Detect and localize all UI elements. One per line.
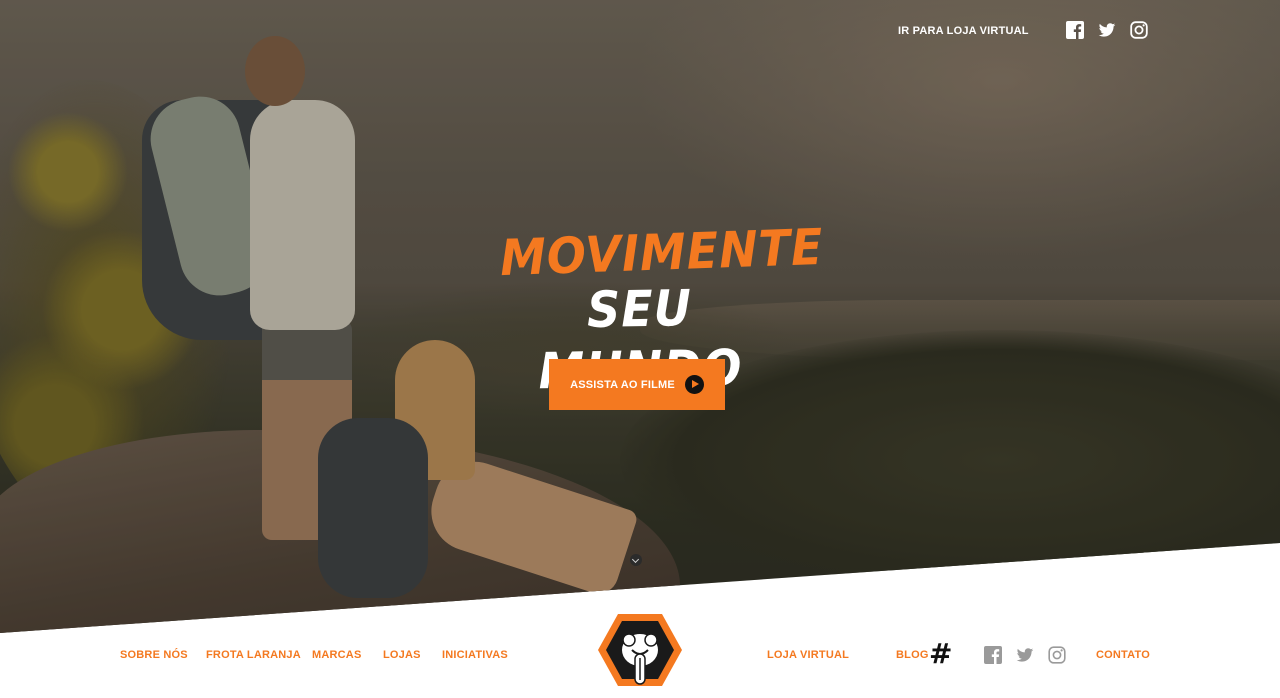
nav-item-marcas[interactable]: MARCAS (312, 648, 361, 662)
watch-film-button[interactable]: ASSISTA AO FILME (549, 359, 725, 410)
footer-facebook-icon[interactable] (984, 646, 1002, 664)
facebook-icon[interactable] (1066, 21, 1084, 39)
watch-film-label: ASSISTA AO FILME (570, 378, 675, 391)
nav-item-blog[interactable]: BLOG (896, 648, 929, 662)
scroll-down-icon[interactable] (630, 554, 642, 566)
instagram-icon[interactable] (1130, 21, 1148, 39)
nav-item-frota-laranja[interactable]: FROTA LARANJA (206, 648, 301, 662)
nav-item-loja-virtual[interactable]: LOJA VIRTUAL (767, 648, 849, 662)
nav-item-lojas[interactable]: LOJAS (383, 648, 421, 662)
footer-instagram-icon[interactable] (1048, 646, 1066, 664)
brand-logo[interactable] (596, 610, 684, 690)
play-icon (684, 375, 704, 394)
hashtag-icon: # (929, 637, 953, 670)
nav-item-contato[interactable]: CONTATO (1096, 648, 1150, 662)
footer-twitter-icon[interactable] (1016, 646, 1034, 664)
twitter-icon[interactable] (1098, 21, 1116, 39)
nav-item-iniciativas[interactable]: INICIATIVAS (442, 648, 508, 662)
nav-item-sobre-nos[interactable]: SOBRE NÓS (120, 648, 188, 662)
store-link[interactable]: IR PARA LOJA VIRTUAL (898, 24, 1029, 38)
